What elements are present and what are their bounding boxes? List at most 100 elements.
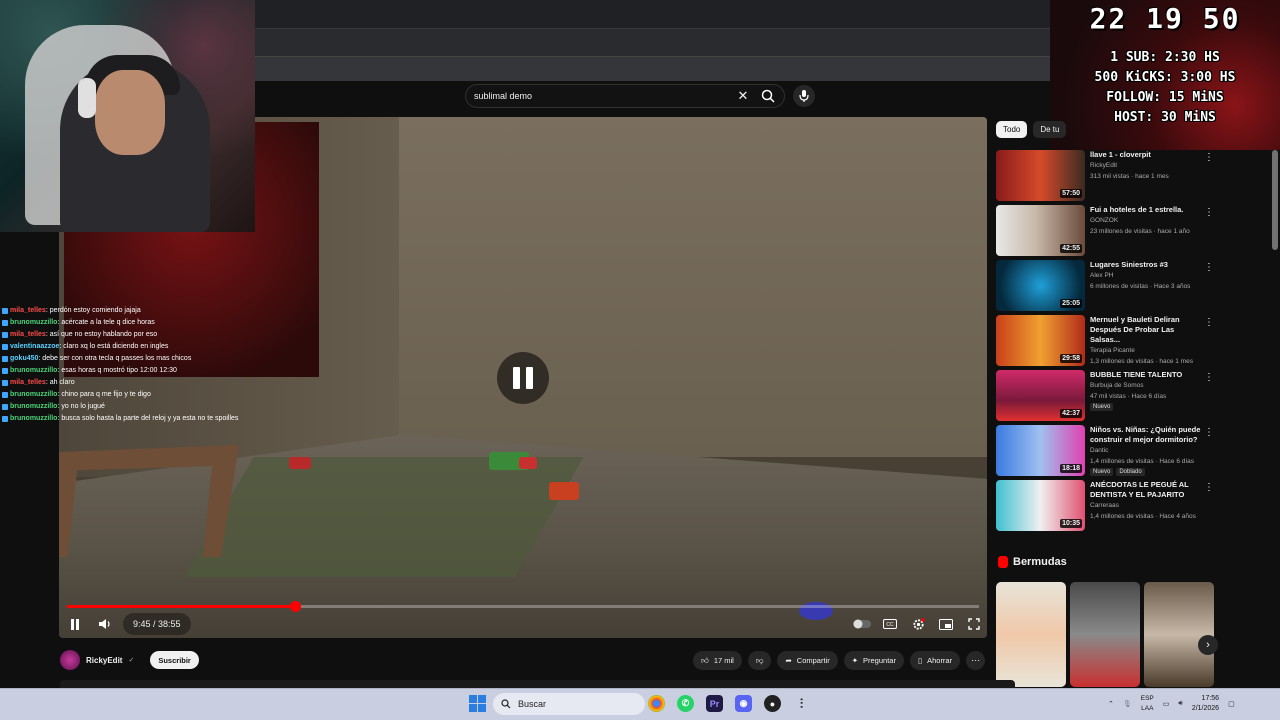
chat-username[interactable]: goku450	[10, 353, 38, 365]
video-channel[interactable]: RickyEdit	[1090, 160, 1202, 171]
recommended-video[interactable]: 29:58 Mernuel y Bauleti Deliran Después D…	[996, 315, 1216, 370]
chat-username[interactable]: brunomuzzillo	[10, 389, 57, 401]
chat-username[interactable]: brunomuzzillo	[10, 413, 57, 425]
video-thumbnail[interactable]: 29:58	[996, 315, 1085, 366]
recommended-video[interactable]: 25:05 Lugares Siniestros #3 Alex PH 6 millo…	[996, 260, 1216, 315]
chat-username[interactable]: valentinaazzoe	[10, 341, 59, 353]
recommended-video[interactable]: 42:37 BUBBLE TIENE TALENTO Burbuja de Somo…	[996, 370, 1216, 425]
thumbs-down-icon: 👎︎	[755, 655, 764, 665]
autoplay-toggle[interactable]	[850, 612, 874, 636]
short-thumbnail[interactable]	[996, 582, 1066, 687]
progress-fill	[67, 605, 296, 608]
share-icon: ➦	[785, 656, 792, 665]
kebab-menu-icon[interactable]: ⋮	[1204, 372, 1214, 383]
ask-button[interactable]: ✦ Preguntar	[843, 651, 904, 670]
kebab-menu-icon[interactable]: ⋮	[1204, 317, 1214, 328]
video-duration: 10:35	[1060, 519, 1082, 528]
chevron-right-icon[interactable]: ›	[1198, 635, 1218, 655]
microphone-icon[interactable]	[793, 85, 815, 107]
chat-username[interactable]: brunomuzzillo	[10, 317, 57, 329]
video-title[interactable]: ANÉCDOTAS LE PEGUÉ AL DENTISTA Y EL PAJA…	[1090, 480, 1202, 500]
player-controls-left: 9:45 / 38:55	[63, 612, 191, 636]
goal-line: 1 SUB: 2:30 HS	[1110, 50, 1220, 65]
video-channel[interactable]: Dantic	[1090, 445, 1202, 456]
channel-name[interactable]: RickyEdit	[86, 656, 122, 665]
more-options-icon[interactable]: ⋯	[966, 651, 986, 670]
kebab-menu-icon[interactable]: ⋮	[1204, 262, 1214, 273]
volume-icon[interactable]	[93, 612, 117, 636]
pause-button-large[interactable]	[497, 352, 549, 404]
video-thumbnail[interactable]: 42:37	[996, 370, 1085, 421]
speaker-icon[interactable]: 🔊︎	[1178, 700, 1182, 708]
chip-from-channel[interactable]: De tu	[1033, 121, 1067, 138]
video-channel[interactable]: Alex PH	[1090, 270, 1202, 281]
video-channel[interactable]: Terapia Picante	[1090, 345, 1202, 356]
short-thumbnail[interactable]	[1144, 582, 1214, 687]
video-thumbnail[interactable]: 10:35	[996, 480, 1085, 531]
description-box[interactable]	[60, 680, 1015, 688]
video-channel[interactable]: Burbuja de Somos	[1090, 380, 1202, 391]
avatar[interactable]	[60, 650, 80, 670]
captions-icon[interactable]: CC	[878, 612, 902, 636]
video-title[interactable]: Niños vs. Niñas: ¿Quién puede construir …	[1090, 425, 1202, 445]
chevron-up-icon[interactable]: ⌃	[1108, 700, 1114, 708]
chip-all[interactable]: Todo	[996, 121, 1028, 138]
chat-username[interactable]: brunomuzzillo	[10, 365, 57, 377]
dislike-button[interactable]: 👎︎	[747, 651, 772, 670]
recommended-video[interactable]: 10:35 ANÉCDOTAS LE PEGUÉ AL DENTISTA Y EL…	[996, 480, 1216, 535]
chat-message: brunomuzzillo: yo no lo jugué	[0, 401, 255, 413]
close-icon[interactable]: ✕	[736, 88, 750, 103]
video-title[interactable]: Mernuel y Bauleti Deliran Después De Pro…	[1090, 315, 1202, 345]
short-thumbnail[interactable]	[1070, 582, 1140, 687]
browser-address-bar[interactable]	[255, 56, 1050, 81]
video-thumbnail[interactable]: 42:55	[996, 205, 1085, 256]
kebab-menu-icon[interactable]: ⋮	[1204, 152, 1214, 163]
app-icon[interactable]: ⫶	[793, 695, 810, 712]
network-icon[interactable]: ▭	[1163, 700, 1170, 708]
kebab-menu-icon[interactable]: ⋮	[1204, 427, 1214, 438]
pause-button[interactable]	[63, 612, 87, 636]
windows-start-icon[interactable]	[469, 695, 486, 712]
taskbar-search[interactable]: Buscar	[493, 693, 645, 715]
video-thumbnail[interactable]: 18:18	[996, 425, 1085, 476]
video-title[interactable]: Lugares Siniestros #3	[1090, 260, 1202, 270]
search-input[interactable]: sublimal demo ✕	[465, 84, 785, 108]
recommended-video[interactable]: 42:55 Fui a hoteles de 1 estrella. GONZOK 2…	[996, 205, 1216, 260]
video-title[interactable]: llave 1 - cloverpit	[1090, 150, 1202, 160]
notifications-icon[interactable]: ▢	[1228, 700, 1235, 708]
progress-bar[interactable]	[67, 601, 979, 612]
clock-date: 2/1/2026	[1191, 705, 1220, 712]
microphone-icon[interactable]: 🎙︎	[1123, 700, 1132, 708]
video-title[interactable]: Fui a hoteles de 1 estrella.	[1090, 205, 1202, 215]
video-thumbnail[interactable]: 57:50	[996, 150, 1085, 201]
miniplayer-icon[interactable]	[934, 612, 958, 636]
discord-icon[interactable]: ◉	[735, 695, 752, 712]
chrome-icon[interactable]	[648, 695, 665, 712]
search-query[interactable]: sublimal demo	[474, 91, 736, 101]
search-icon[interactable]	[760, 88, 776, 104]
video-thumbnail[interactable]: 25:05	[996, 260, 1085, 311]
share-button[interactable]: ➦ Compartir	[777, 651, 838, 670]
whatsapp-icon[interactable]: ✆	[677, 695, 694, 712]
recommended-video[interactable]: 57:50 llave 1 - cloverpit RickyEdit 313 mil…	[996, 150, 1216, 205]
settings-gear-icon[interactable]	[906, 612, 930, 636]
fullscreen-icon[interactable]	[962, 612, 986, 636]
subscribe-button[interactable]: Suscribir	[150, 651, 199, 669]
chat-username[interactable]: brunomuzzillo	[10, 401, 57, 413]
like-button[interactable]: 👍︎ 17 mil	[693, 651, 742, 670]
video-title[interactable]: BUBBLE TIENE TALENTO	[1090, 370, 1202, 380]
language-indicator[interactable]: ESP LAA	[1141, 694, 1154, 714]
recommended-video[interactable]: 18:18 Niños vs. Niñas: ¿Quién puede const…	[996, 425, 1216, 480]
chat-username[interactable]: mila_telles	[10, 377, 46, 389]
scrollbar[interactable]	[1272, 150, 1278, 250]
chat-username[interactable]: mila_telles	[10, 329, 46, 341]
video-channel[interactable]: GONZOK	[1090, 215, 1202, 226]
taskbar-clock[interactable]: 17:56 2/1/2026	[1192, 694, 1219, 714]
obs-icon[interactable]: ●	[764, 695, 781, 712]
kebab-menu-icon[interactable]: ⋮	[1204, 482, 1214, 493]
save-button[interactable]: ▯ Ahorrar	[909, 651, 961, 670]
chat-username[interactable]: mila_telles	[10, 305, 46, 317]
kebab-menu-icon[interactable]: ⋮	[1204, 207, 1214, 218]
video-channel[interactable]: Carreraas	[1090, 500, 1202, 511]
premiere-icon[interactable]: Pr	[706, 695, 723, 712]
